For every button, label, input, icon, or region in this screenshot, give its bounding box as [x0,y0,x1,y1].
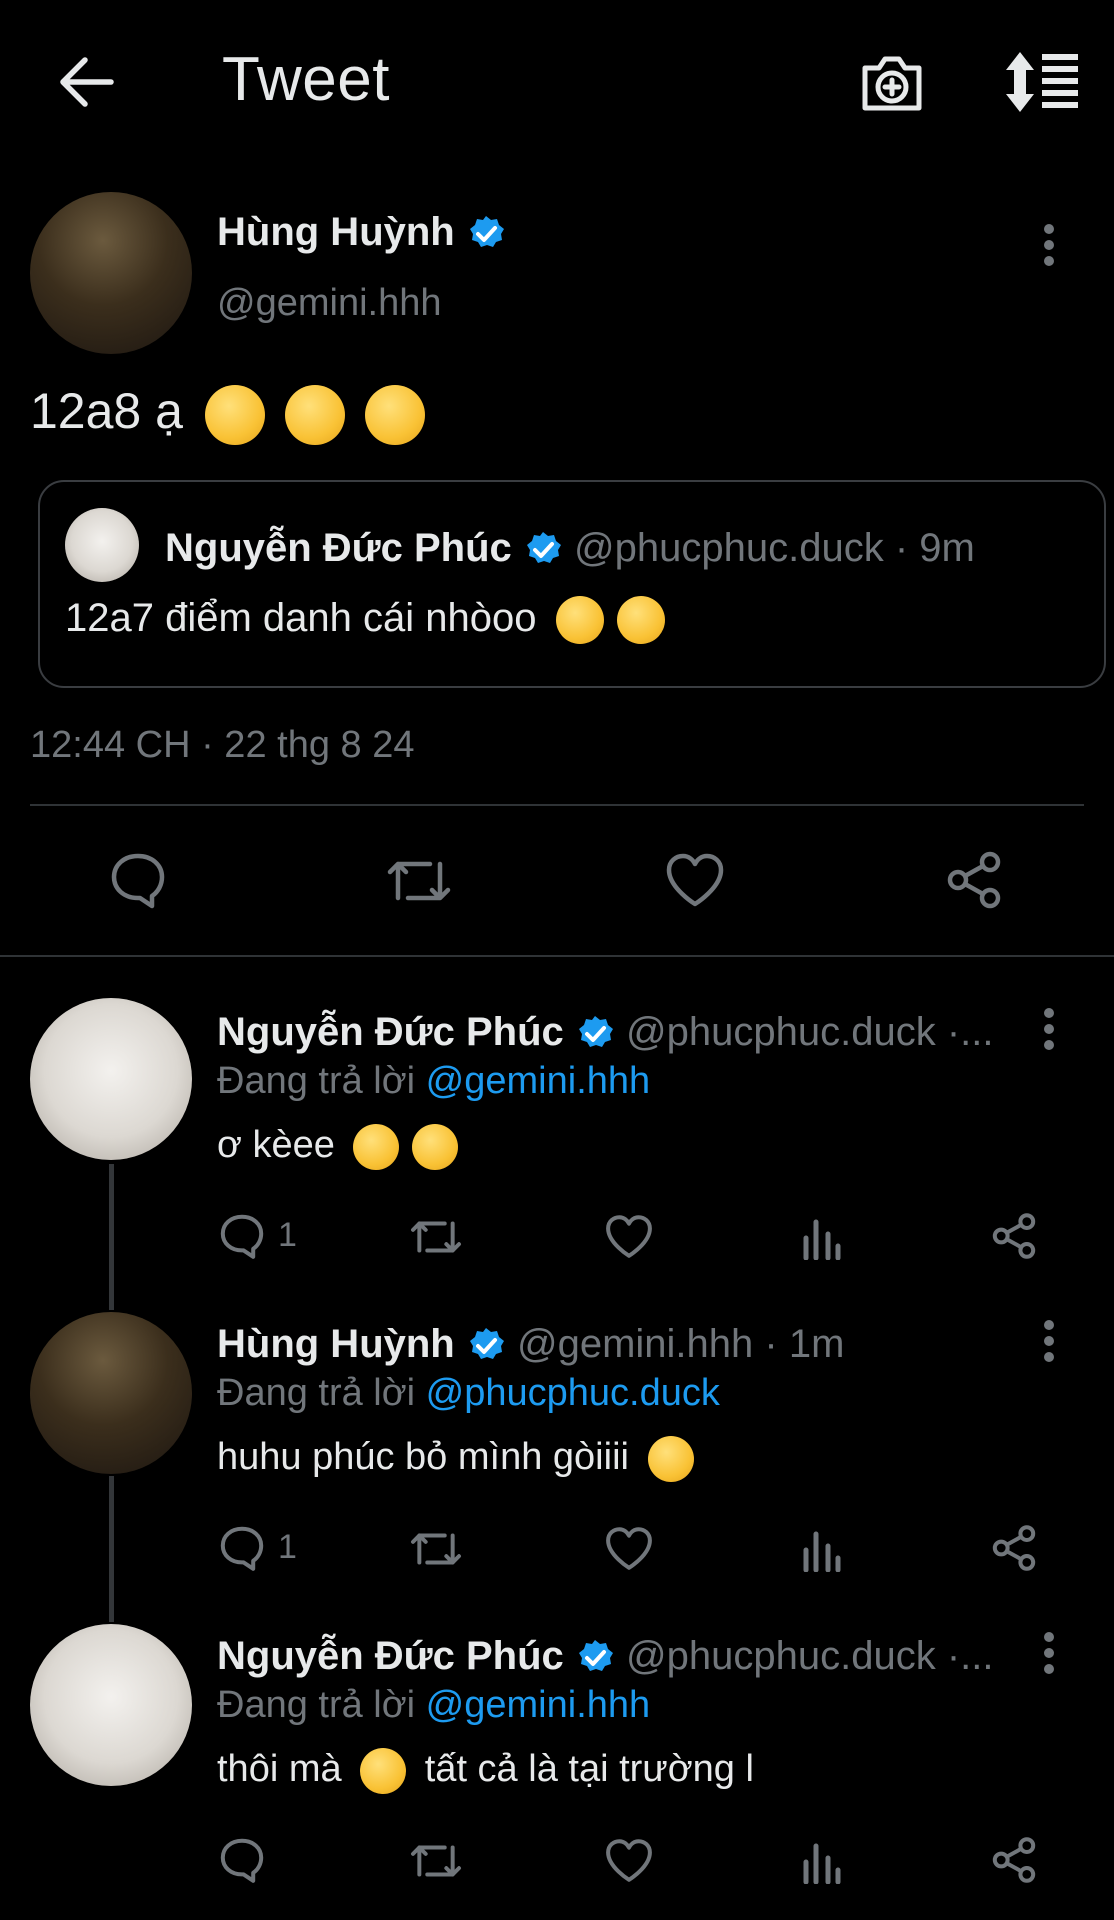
mention-link[interactable]: @gemini.hhh [426,1684,650,1726]
reply-header: Nguyễn Đức Phúc @phucphuc.duck ·... [217,1010,994,1055]
quoted-handle: @phucphuc.duck [574,526,884,570]
loudly-crying-face-emoji [204,384,265,445]
reply-icon[interactable] [218,1524,266,1572]
more-icon[interactable] [1037,1630,1061,1676]
thread-line [109,1164,114,1310]
author-name[interactable]: Nguyễn Đức Phúc [217,1010,564,1054]
author-name[interactable]: Nguyễn Đức Phúc [217,1634,564,1678]
reply-header: Nguyễn Đức Phúc @phucphuc.duck ·... [217,1634,994,1679]
quoted-author-name: Nguyễn Đức Phúc [165,526,512,570]
more-icon[interactable] [1037,1006,1061,1052]
top-bar: Tweet [0,0,1114,160]
loudly-crying-face-emoji [412,1124,459,1170]
divider [0,955,1114,957]
retweet-icon[interactable] [408,1838,464,1884]
like-icon[interactable] [604,1838,654,1883]
reply-text: huhu phúc bỏ mình gòiiii [217,1436,694,1482]
author-handle[interactable]: @phucphuc.duck ·... [626,1634,993,1678]
share-icon[interactable] [990,1212,1038,1260]
sort-icon[interactable] [1000,48,1084,116]
reply-count: 1 [278,1528,297,1566]
avatar[interactable] [30,192,192,354]
quoted-header: Nguyễn Đức Phúc @phucphuc.duck · 9m [165,526,975,571]
like-icon[interactable] [664,852,726,908]
verified-badge-icon [578,1640,613,1672]
like-icon[interactable] [604,1526,654,1571]
reply-icon[interactable] [218,1212,266,1260]
reply-text: thôi mà tất cả là tại trường l [217,1748,754,1794]
retweet-icon[interactable] [384,852,454,910]
page-title: Tweet [222,45,390,114]
views-icon[interactable] [800,1838,844,1884]
tweet-text: 12a8 ạ [30,382,425,445]
thread-line [109,1476,114,1622]
author-handle[interactable]: @gemini.hhh [217,282,441,325]
face-savoring-food-emoji [555,596,604,645]
author-name[interactable]: Hùng Huỳnh [217,210,506,255]
more-icon[interactable] [1037,222,1061,268]
mention-link[interactable]: @phucphuc.duck [426,1372,720,1414]
tweet-timestamp[interactable]: 12:44 CH · 22 thg 8 24 [30,724,414,767]
more-icon[interactable] [1037,1318,1061,1364]
pensive-face-emoji [647,1436,694,1482]
verified-badge-icon [469,1328,504,1360]
reply-text: ơ kèee [217,1124,459,1170]
quoted-time: · 9m [894,526,975,570]
quoted-tweet[interactable] [38,480,1106,688]
verified-badge-icon [578,1016,613,1048]
retweet-icon[interactable] [408,1526,464,1572]
loudly-crying-face-emoji [364,384,425,445]
avatar[interactable] [30,1624,192,1786]
retweet-icon[interactable] [408,1214,464,1260]
like-icon[interactable] [604,1214,654,1259]
avatar[interactable] [30,998,192,1160]
reply-icon[interactable] [108,850,168,910]
author-name[interactable]: Hùng Huỳnh [217,1322,455,1366]
replying-to: Đang trả lời @gemini.hhh [217,1060,651,1102]
avatar[interactable] [30,1312,192,1474]
loudly-crying-face-emoji [353,1124,400,1170]
replying-to: Đang trả lời @phucphuc.duck [217,1372,720,1414]
share-icon[interactable] [944,850,1004,910]
mention-link[interactable]: @gemini.hhh [426,1060,650,1102]
divider [30,804,1084,806]
quoted-avatar [65,508,139,582]
reply-count: 1 [278,1216,297,1254]
loudly-crying-face-emoji [284,384,345,445]
share-icon[interactable] [990,1836,1038,1884]
replying-to: Đang trả lời @gemini.hhh [217,1684,651,1726]
back-arrow-icon[interactable] [55,50,119,114]
face-savoring-food-emoji [616,596,665,645]
camera-plus-icon[interactable] [855,46,929,120]
author-handle[interactable]: @gemini.hhh · 1m [517,1322,844,1366]
disappointed-face-emoji [360,1748,407,1794]
author-handle[interactable]: @phucphuc.duck ·... [626,1010,993,1054]
views-icon[interactable] [800,1526,844,1572]
views-icon[interactable] [800,1214,844,1260]
reply-icon[interactable] [218,1836,266,1884]
verified-badge-icon [526,532,561,564]
share-icon[interactable] [990,1524,1038,1572]
reply-header: Hùng Huỳnh @gemini.hhh · 1m [217,1322,844,1367]
quoted-text: 12a7 điểm danh cái nhòoo [65,596,665,645]
verified-badge-icon [469,216,504,248]
